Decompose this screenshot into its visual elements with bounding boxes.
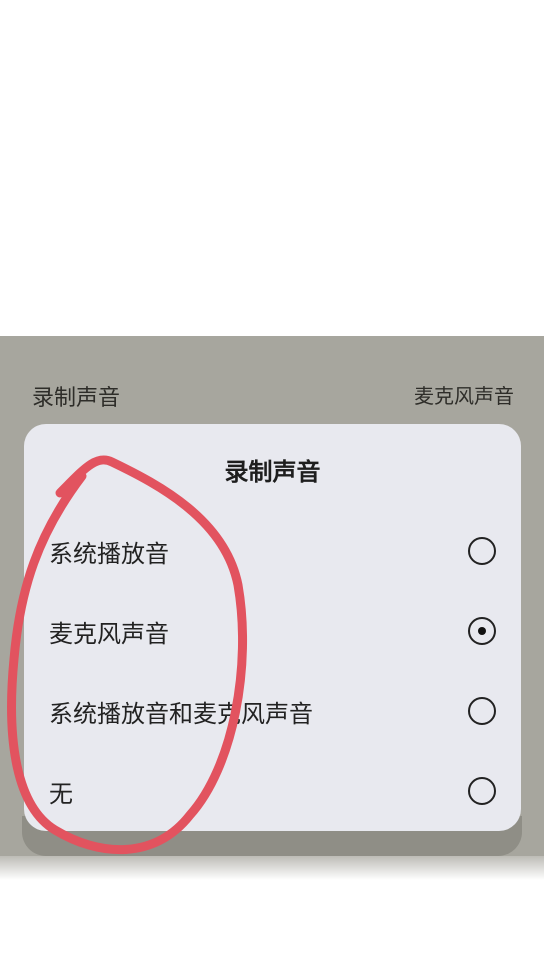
record-sound-label: 录制声音 — [32, 386, 121, 411]
bottom-fade — [0, 856, 544, 880]
radio-button-selected-icon[interactable] — [468, 617, 496, 645]
radio-button-unselected-icon[interactable] — [468, 537, 496, 565]
option-label: 系统播放音 — [49, 540, 169, 568]
option-label: 系统播放音和麦克风声音 — [49, 700, 313, 728]
record-sound-current-value: 麦克风声音 — [414, 384, 514, 408]
page: 录制声音 麦克风声音 录制声音 系统播放音 麦克风声音 系统播放音和麦克风声音 … — [0, 0, 544, 972]
option-label: 无 — [49, 780, 73, 808]
record-sound-setting-row[interactable]: 录制声音 麦克风声音 — [0, 376, 544, 412]
radio-button-unselected-icon[interactable] — [468, 777, 496, 805]
dialog-title: 录制声音 — [224, 458, 321, 486]
option-microphone-audio[interactable]: 麦克风声音 — [24, 600, 521, 664]
option-system-and-microphone-audio[interactable]: 系统播放音和麦克风声音 — [24, 680, 521, 744]
option-none[interactable]: 无 — [24, 760, 521, 824]
radio-button-unselected-icon[interactable] — [468, 697, 496, 725]
option-label: 麦克风声音 — [49, 620, 169, 648]
record-sound-dialog: 录制声音 系统播放音 麦克风声音 系统播放音和麦克风声音 无 — [24, 424, 521, 831]
option-system-audio[interactable]: 系统播放音 — [24, 520, 521, 584]
